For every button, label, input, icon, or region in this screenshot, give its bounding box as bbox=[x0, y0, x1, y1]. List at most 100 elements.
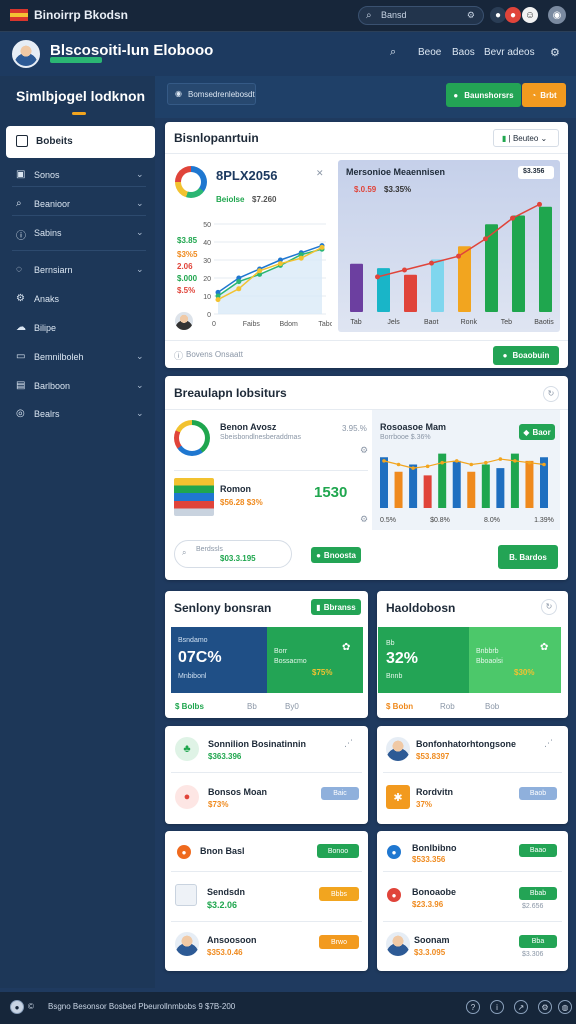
x-tick-label: Baotis bbox=[534, 319, 554, 326]
list-item-value: $3.2.06 bbox=[207, 900, 238, 910]
summary-left-footer-3: By0 bbox=[285, 702, 299, 711]
divider bbox=[171, 871, 362, 872]
data-point bbox=[236, 279, 242, 285]
list-item-pill[interactable]: Bonoo bbox=[317, 844, 359, 858]
emoji-icon[interactable]: ☺ bbox=[522, 7, 538, 23]
more-icon[interactable]: ⋰ bbox=[544, 738, 553, 749]
list-item-title: Ansoosoon bbox=[207, 935, 257, 945]
list-item-pill[interactable]: Baao bbox=[519, 844, 557, 857]
sidebar-item-1[interactable]: ▣ Sonos ⌄ bbox=[6, 165, 155, 187]
header-link-2[interactable]: Baos bbox=[452, 47, 475, 58]
settings-icon[interactable]: ⚙ bbox=[360, 445, 368, 456]
secondary-action-button[interactable]: ◔ Brbt bbox=[522, 83, 566, 107]
y-tick-label: 30 bbox=[203, 258, 211, 265]
sidebar-item-5[interactable]: ⚙ Anaks bbox=[6, 289, 155, 311]
primary-action-button[interactable]: ● Baunshorsrs bbox=[446, 83, 521, 107]
sidebar-item-8[interactable]: ▤ Barlboon ⌄ bbox=[6, 376, 155, 398]
copyright-icon: © bbox=[28, 1002, 34, 1011]
settings-icon[interactable]: ⚙ bbox=[550, 46, 560, 59]
kpi-sub-label: Beiolse bbox=[216, 195, 245, 204]
overview-footer-button[interactable]: ● Boaobuin bbox=[493, 346, 559, 365]
x-tick-label: 0 bbox=[212, 321, 216, 328]
summary-left-button[interactable]: ▮ Bbranss bbox=[311, 599, 361, 615]
overview-footer-button-label: Boaobuin bbox=[512, 351, 550, 360]
list-item-pill[interactable]: Brwo bbox=[319, 935, 359, 949]
dashboard-icon bbox=[16, 135, 28, 147]
breakdown-panel-button[interactable]: ◆ Baor bbox=[519, 424, 555, 440]
sidebar-item-active[interactable]: Bobeits bbox=[6, 126, 155, 158]
list-item-pill[interactable]: Baob bbox=[519, 787, 557, 800]
settings-icon[interactable]: ⚙ bbox=[360, 514, 368, 525]
refresh-icon[interactable]: ↻ bbox=[543, 386, 559, 402]
list-item-value: $3.3.095 bbox=[414, 948, 446, 957]
avatar[interactable] bbox=[12, 40, 40, 68]
summary-left-title: Senlony bonsran bbox=[174, 601, 272, 615]
summary-right-footer-1: $ Bobn bbox=[386, 702, 414, 711]
refresh-icon[interactable]: ↻ bbox=[541, 599, 557, 615]
breakdown-panel-title: Rosoasoe Mam bbox=[380, 422, 447, 432]
list-item-pill[interactable]: Bbab bbox=[519, 887, 557, 900]
globe-icon[interactable]: ◍ bbox=[558, 1000, 572, 1014]
summary-left-footer-2: Bb bbox=[247, 702, 257, 711]
bar bbox=[380, 457, 388, 508]
share-icon[interactable]: ↗ bbox=[514, 1000, 528, 1014]
plus-icon: ◆ bbox=[523, 427, 530, 437]
y-tick-label: 20 bbox=[203, 276, 211, 283]
list-item-title: Bonfonhatorhtongsone bbox=[416, 739, 516, 749]
trend-line bbox=[383, 458, 545, 469]
list-item-value: $533.356 bbox=[412, 855, 446, 864]
settings-icon[interactable]: ⚙ bbox=[538, 1000, 552, 1014]
header-link-3[interactable]: Bevr adeos bbox=[484, 47, 535, 58]
trend-point bbox=[510, 215, 515, 221]
tile-label: Bnbbrb bbox=[476, 648, 499, 655]
breakdown-button-2[interactable]: B. Bardos bbox=[498, 545, 558, 569]
trend-point bbox=[484, 460, 488, 465]
breakdown-row2-sub: $56.28 $3% bbox=[220, 498, 263, 507]
bar bbox=[423, 475, 432, 508]
trend-point bbox=[483, 236, 488, 242]
sidebar-item-7[interactable]: ▭ Bemnilboleh ⌄ bbox=[6, 347, 155, 369]
sidebar-item-2[interactable]: ⌕ Beanioor ⌄ bbox=[6, 194, 155, 216]
chat-icon: ◌ bbox=[16, 264, 22, 275]
trend-point bbox=[498, 457, 503, 461]
breakdown-button-1[interactable]: ● Bnoosta bbox=[311, 547, 361, 563]
info-icon: ⓘ bbox=[174, 351, 184, 361]
filter-icon[interactable]: ⚙ bbox=[467, 10, 475, 21]
sidebar-item-9[interactable]: ◎ Bealrs ⌄ bbox=[6, 404, 155, 426]
breakdown-row1-sub: Sbeisbondlnesberaddmas bbox=[220, 434, 301, 441]
divider bbox=[174, 470, 368, 471]
avatar bbox=[386, 932, 410, 956]
list-item-pill[interactable]: Bba bbox=[519, 935, 557, 948]
period-dropdown-value: Beuteo bbox=[512, 134, 539, 143]
search-icon[interactable]: ⌕ bbox=[390, 46, 396, 59]
sidebar-item-4[interactable]: ◌ Bernsiarn ⌄ bbox=[6, 260, 155, 282]
data-point bbox=[257, 268, 263, 274]
brand-subtitle-bar bbox=[50, 57, 102, 63]
breadcrumb[interactable]: ◉ Bomsedrenlebosdt bbox=[167, 83, 256, 105]
alert-icon[interactable]: ● bbox=[505, 7, 521, 23]
stat-1: $3.85 bbox=[177, 236, 198, 245]
bar-panel-title: Mersonioe Meaennisen bbox=[346, 167, 446, 177]
close-icon[interactable]: ✕ bbox=[316, 168, 324, 179]
list-item-pill[interactable]: Bbbs bbox=[319, 887, 359, 901]
sidebar-item-6[interactable]: ☁ Bilipe bbox=[6, 318, 155, 340]
bar bbox=[394, 471, 403, 508]
user-avatar-icon[interactable]: ◉ bbox=[548, 6, 566, 24]
sidebar-item-label: Beanioor bbox=[34, 199, 71, 209]
trend-icon: ✿ bbox=[342, 642, 351, 653]
data-point bbox=[298, 255, 304, 261]
sidebar-item-3[interactable]: ⓘ Sabins ⌄ bbox=[6, 223, 155, 245]
list-item-pill[interactable]: Baic bbox=[321, 787, 359, 800]
chevron-down-icon: ⌄ bbox=[540, 134, 548, 143]
search-input[interactable]: ⌕ Bansd ⚙ bbox=[358, 6, 484, 25]
list-item-value: $353.0.46 bbox=[207, 948, 243, 957]
tile-sub: Bossacmo bbox=[274, 658, 307, 665]
calendar-icon: ▮ bbox=[502, 134, 507, 143]
list-item-note: $3.306 bbox=[522, 951, 544, 958]
help-icon[interactable]: ? bbox=[466, 1000, 480, 1014]
period-dropdown[interactable]: ▮ | Beuteo ⌄ bbox=[493, 129, 559, 147]
notification-icon[interactable]: ● bbox=[490, 7, 506, 23]
more-icon[interactable]: ⋰ bbox=[344, 738, 353, 749]
header-link-1[interactable]: Beoe bbox=[418, 47, 441, 58]
info-icon[interactable]: i bbox=[490, 1000, 504, 1014]
